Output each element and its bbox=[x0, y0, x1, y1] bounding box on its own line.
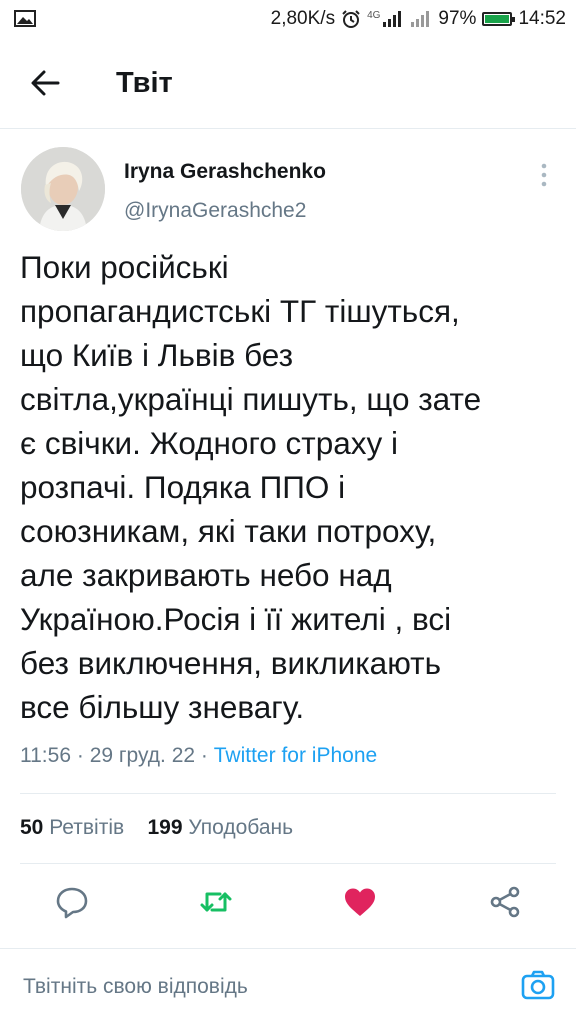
author-name[interactable]: Iryna Gerashchenko bbox=[124, 160, 326, 184]
divider bbox=[20, 863, 556, 864]
tweet-text: Поки російські пропагандистські ТГ тішут… bbox=[20, 245, 560, 729]
camera-icon[interactable] bbox=[520, 967, 556, 1003]
tweet-stats: 50 Ретвітів 199 Уподобань bbox=[20, 816, 293, 840]
avatar-photo bbox=[21, 147, 105, 231]
signal-icon-sim2 bbox=[411, 11, 430, 27]
tweet-line: союзникам, які таки потроху, bbox=[20, 513, 437, 549]
tweet-line: розпачі. Подяка ППО і bbox=[20, 469, 346, 505]
tweet-line: пропагандистські ТГ тішуться, bbox=[20, 293, 460, 329]
battery-icon bbox=[482, 12, 516, 26]
heart-icon[interactable] bbox=[342, 884, 378, 920]
image-notification-icon bbox=[14, 10, 36, 27]
network-speed: 2,80K/s bbox=[270, 8, 336, 29]
likes-count: 199 bbox=[147, 816, 183, 839]
alarm-icon bbox=[342, 10, 360, 28]
comment-icon[interactable] bbox=[54, 884, 90, 920]
likes-label: Уподобань bbox=[188, 816, 294, 839]
tweet-meta: 11:56 · 29 груд. 22 · Twitter for iPhone bbox=[20, 744, 377, 768]
avatar[interactable] bbox=[21, 147, 105, 231]
tweet-line: світла,українці пишуть, що зате bbox=[20, 381, 482, 417]
tweet-line: Поки російські bbox=[20, 249, 229, 285]
tweet-line: є свічки. Жодного страху і bbox=[20, 425, 398, 461]
divider bbox=[20, 793, 556, 794]
retweets-count: 50 bbox=[20, 816, 44, 839]
status-bar: 2,80K/s 4G 97% 14:52 bbox=[0, 0, 576, 38]
more-options-icon[interactable] bbox=[534, 160, 554, 190]
meta-separator: · bbox=[76, 744, 84, 767]
back-arrow-icon[interactable] bbox=[28, 66, 62, 100]
tweet-date: 29 груд. 22 bbox=[89, 744, 196, 767]
tweet-source-link[interactable]: Twitter for iPhone bbox=[214, 744, 377, 767]
share-icon[interactable] bbox=[487, 884, 523, 920]
page-title: Твіт bbox=[116, 67, 173, 99]
reply-input[interactable]: Твітніть свою відповідь bbox=[23, 975, 248, 999]
reply-bar: Твітніть свою відповідь bbox=[0, 948, 576, 1025]
tweet-line: що Київ і Львів без bbox=[20, 337, 294, 373]
author-handle[interactable]: @IrynaGerashche2 bbox=[124, 199, 306, 223]
battery-fill bbox=[485, 15, 509, 23]
tweet-line: все більшу зневагу. bbox=[20, 689, 305, 725]
retweets-stat[interactable]: 50 Ретвітів bbox=[20, 816, 124, 839]
top-app-bar: Твіт bbox=[0, 38, 576, 129]
likes-stat[interactable]: 199 Уподобань bbox=[148, 816, 294, 839]
status-right: 2,80K/s 4G 97% 14:52 bbox=[271, 7, 566, 31]
meta-separator: · bbox=[200, 744, 208, 767]
tweet-line: але закривають небо над bbox=[20, 557, 392, 593]
tweet-line: без виключення, викликають bbox=[20, 645, 441, 681]
retweet-icon[interactable] bbox=[198, 884, 234, 920]
signal-icon bbox=[383, 11, 402, 27]
tweet-line: Україною.Росія і її жителі , всі bbox=[20, 601, 452, 637]
battery-percent: 97% bbox=[438, 8, 477, 29]
network-type: 4G bbox=[367, 9, 381, 21]
tweet-time: 11:56 bbox=[20, 744, 71, 767]
clock: 14:52 bbox=[518, 8, 566, 29]
retweets-label: Ретвітів bbox=[49, 816, 125, 839]
